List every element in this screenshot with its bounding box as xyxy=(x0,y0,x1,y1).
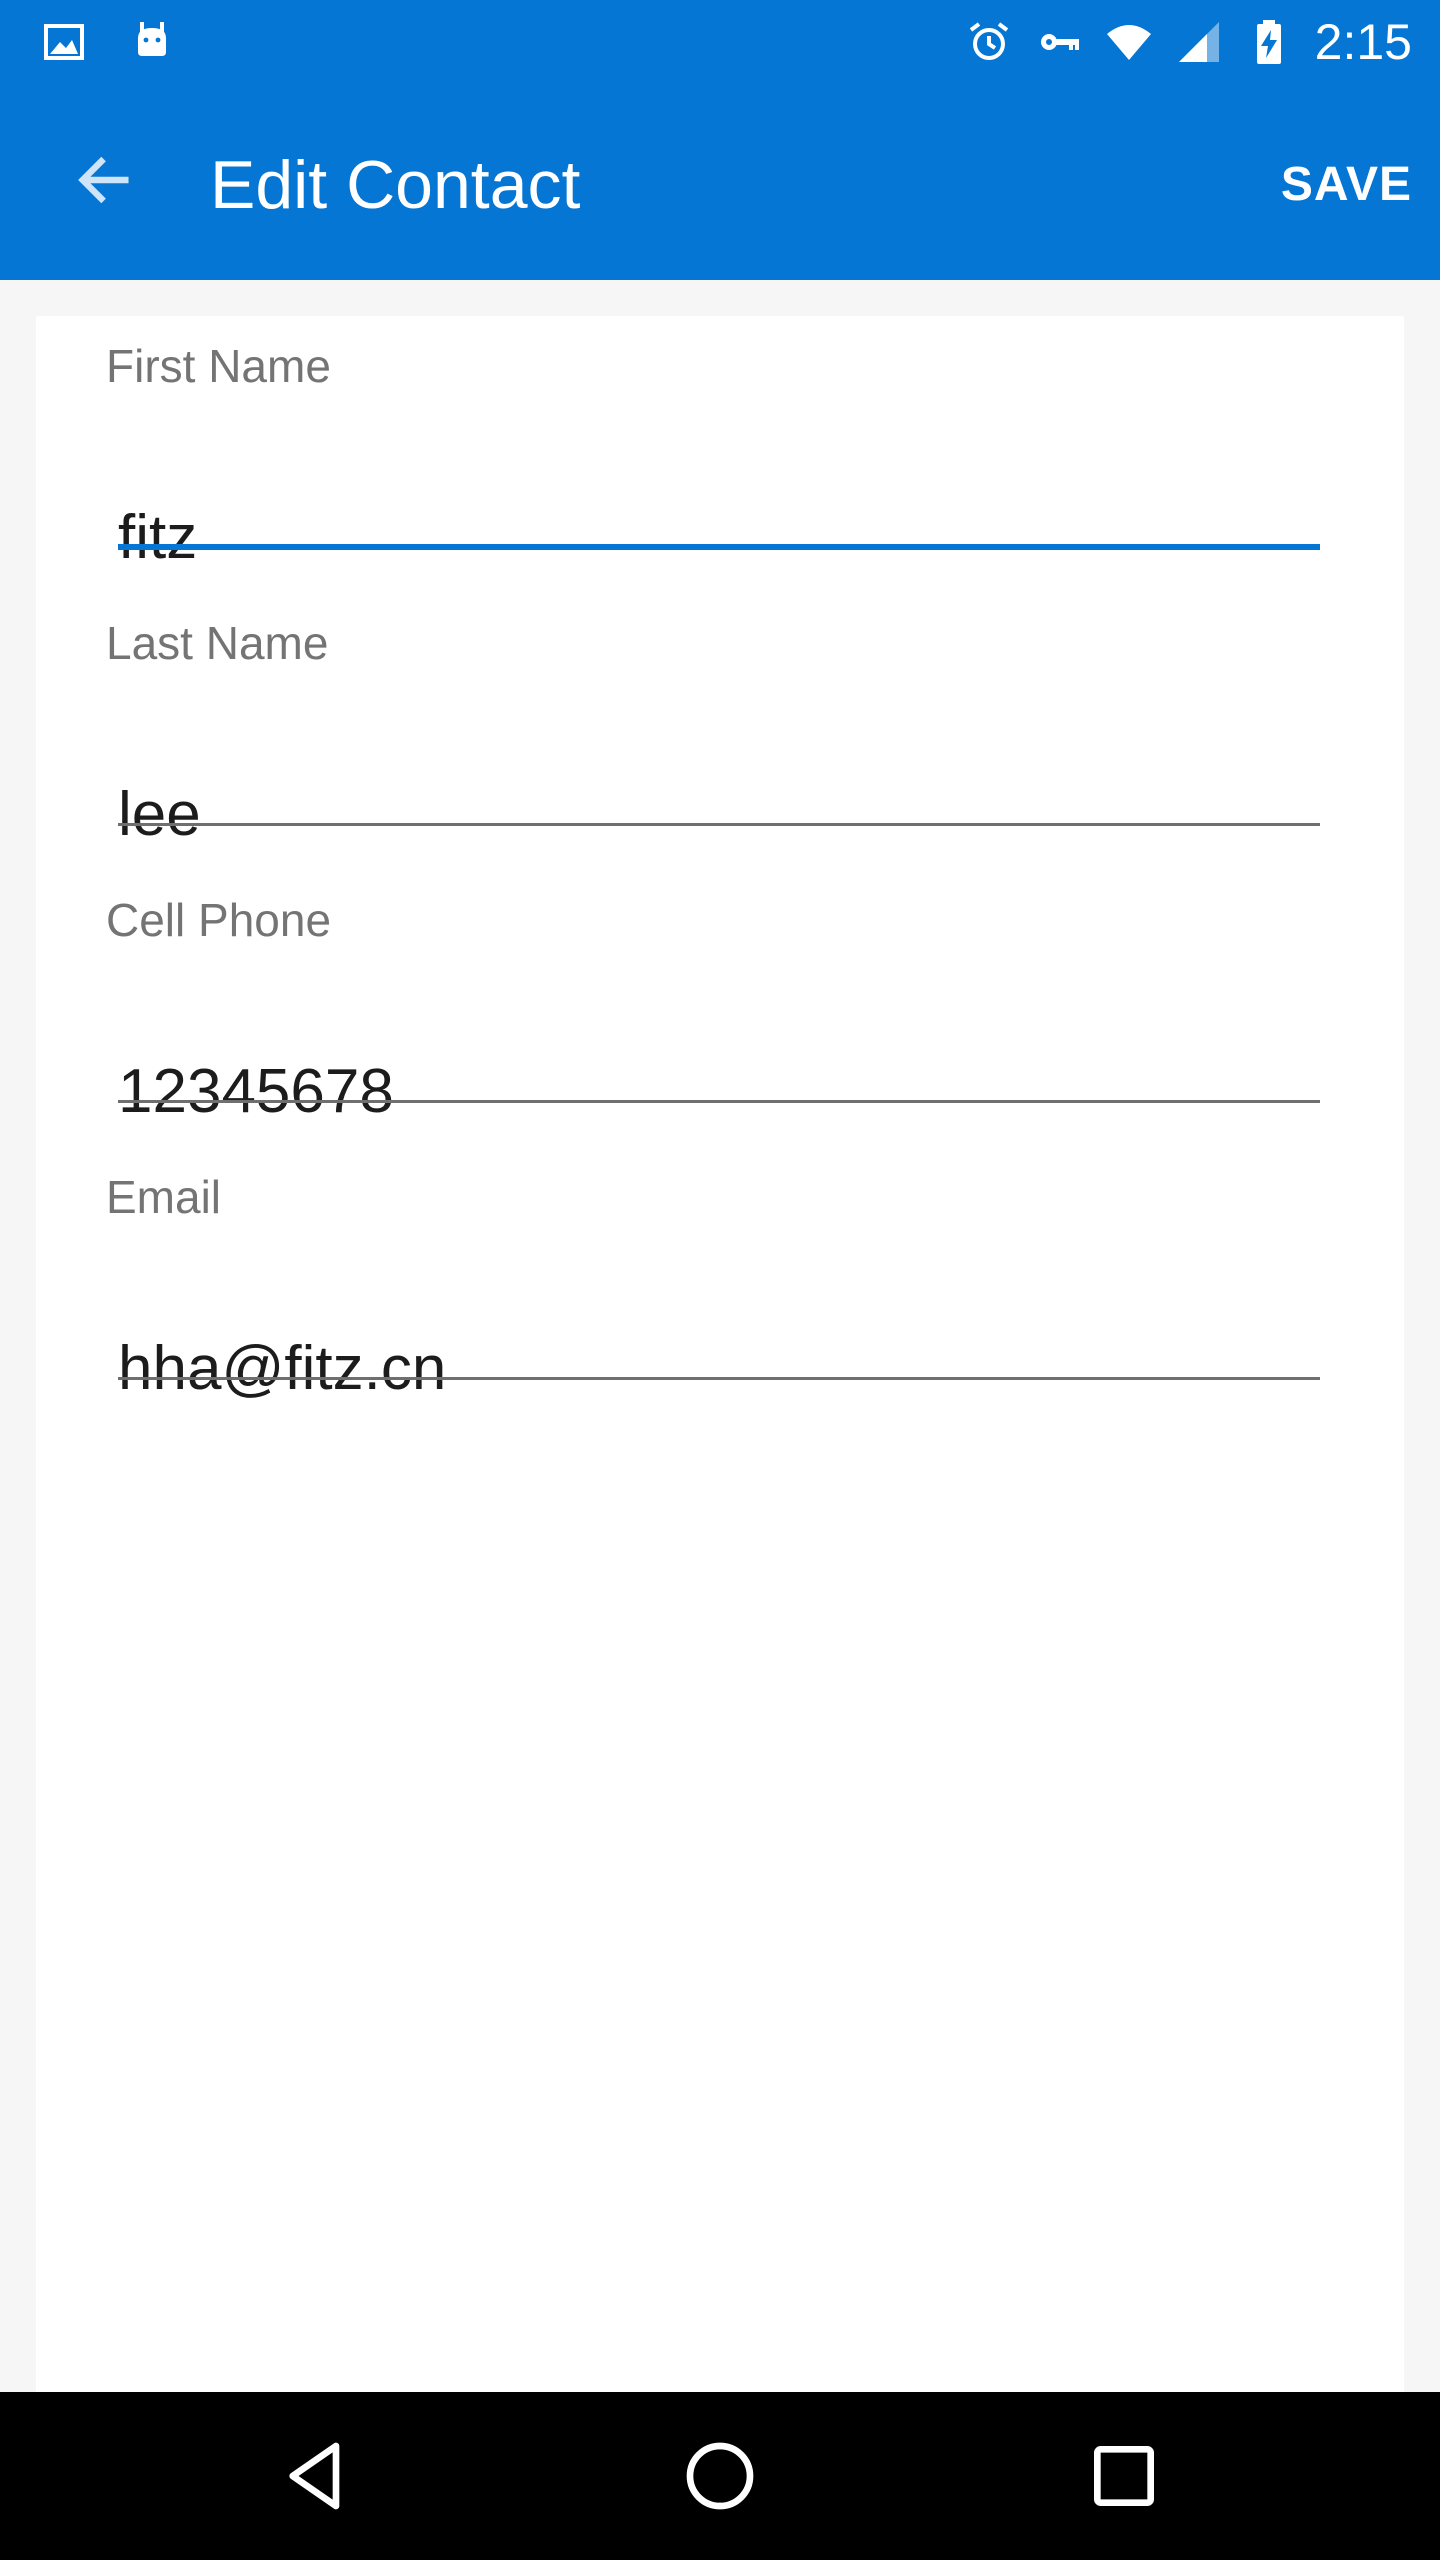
cell-phone-label: Cell Phone xyxy=(106,894,332,946)
vpn-key-icon xyxy=(1035,14,1083,70)
save-button[interactable]: SAVE xyxy=(1281,154,1412,216)
battery-charging-icon xyxy=(1245,14,1293,70)
email-underline xyxy=(118,1377,1320,1380)
back-triangle-icon xyxy=(276,2436,356,2521)
cell-phone-underline xyxy=(118,1100,1320,1103)
home-circle-icon xyxy=(680,2436,760,2521)
nav-back-button[interactable] xyxy=(266,2428,366,2528)
email-label: Email xyxy=(106,1171,222,1223)
first-name-label: First Name xyxy=(106,340,331,392)
email-input[interactable] xyxy=(118,1323,1320,1413)
arrow-back-icon xyxy=(72,148,136,217)
cell-phone-input[interactable] xyxy=(118,1046,1320,1136)
status-bar: 2:15 xyxy=(0,0,1440,84)
last-name-input[interactable] xyxy=(118,769,1320,859)
first-name-input[interactable] xyxy=(118,492,1320,582)
nav-recents-button[interactable] xyxy=(1074,2428,1174,2528)
android-icon xyxy=(128,14,176,70)
contact-form-card: First Name Last Name Cell Phone Email xyxy=(36,316,1404,2392)
image-icon xyxy=(40,14,88,70)
first-name-underline xyxy=(118,544,1320,550)
cell-signal-icon xyxy=(1175,14,1223,70)
nav-home-button[interactable] xyxy=(670,2428,770,2528)
recents-square-icon xyxy=(1084,2436,1164,2521)
page-title: Edit Contact xyxy=(210,147,581,223)
last-name-label: Last Name xyxy=(106,617,329,669)
navigation-bar xyxy=(0,2392,1440,2560)
clock-time: 2:15 xyxy=(1314,14,1412,70)
last-name-underline xyxy=(118,823,1320,826)
wifi-icon xyxy=(1105,14,1153,70)
edit-contact-screen: 2:15 Edit Contact SAVE First Name Last N… xyxy=(0,0,1440,2560)
alarm-icon xyxy=(965,14,1013,70)
back-button[interactable] xyxy=(56,134,152,230)
app-bar: Edit Contact SAVE xyxy=(0,84,1440,280)
